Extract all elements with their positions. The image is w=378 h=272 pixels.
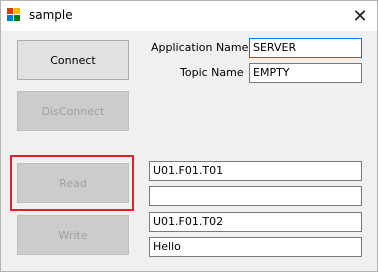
read-button-highlight	[10, 155, 134, 211]
topic-name-label: Topic Name	[180, 66, 244, 79]
application-name-input[interactable]: SERVER	[249, 38, 362, 58]
write-button[interactable]: Write	[17, 215, 129, 255]
disconnect-button[interactable]: DisConnect	[17, 91, 129, 131]
close-icon: ✕	[352, 5, 368, 27]
app-window: sample ✕ Connect DisConnect Read Write A…	[0, 0, 378, 272]
read-item-input[interactable]: U01.F01.T01	[149, 161, 362, 181]
close-button[interactable]: ✕	[343, 1, 377, 31]
title-bar: sample ✕	[1, 1, 377, 31]
read-result-input[interactable]	[149, 186, 362, 206]
write-data-input[interactable]: Hello	[149, 237, 362, 257]
write-item-input[interactable]: U01.F01.T02	[149, 212, 362, 232]
application-name-label: Application Name	[151, 41, 249, 54]
connect-button[interactable]: Connect	[17, 40, 129, 80]
app-icon	[7, 8, 21, 22]
window-title: sample	[29, 8, 73, 22]
topic-name-input[interactable]: EMPTY	[249, 63, 362, 83]
